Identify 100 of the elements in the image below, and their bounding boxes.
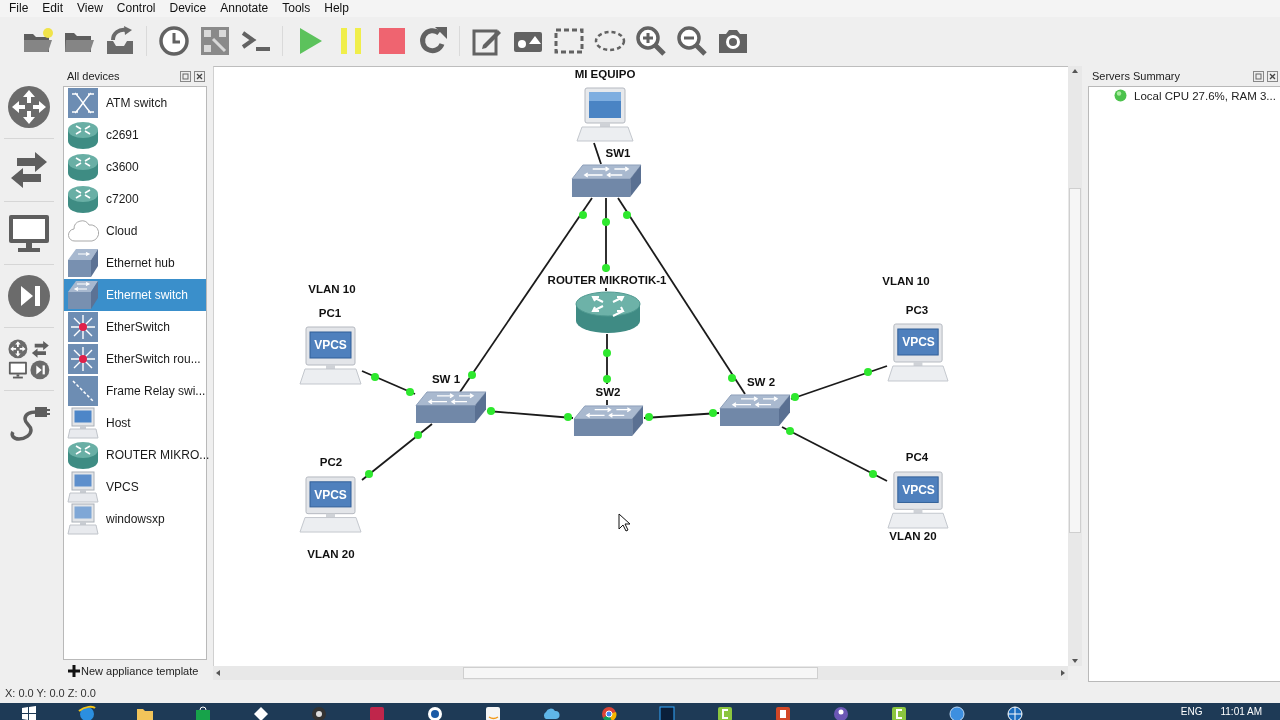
panel-title: All devices <box>67 70 121 82</box>
vlan-note: VLAN 20 <box>307 547 355 561</box>
menu-item[interactable]: Control <box>116 1 156 16</box>
switch-icon <box>67 279 99 311</box>
device-list-item[interactable]: Frame Relay swi... <box>64 375 206 407</box>
rounded-tile-icon[interactable] <box>368 705 386 720</box>
device-list-item[interactable]: Ethernet switch <box>64 279 206 311</box>
switch-icon[interactable] <box>571 164 642 198</box>
link-cable[interactable] <box>486 407 574 421</box>
close-icon[interactable] <box>1267 70 1278 82</box>
router-arrows-icon[interactable] <box>7 85 51 129</box>
play-pause-icon[interactable] <box>7 274 51 318</box>
close-icon[interactable] <box>194 70 205 82</box>
starburst-tile-icon <box>67 311 99 343</box>
smile-tile-icon[interactable] <box>484 705 502 720</box>
device-list-item[interactable]: EtherSwitch <box>64 311 206 343</box>
device-list-item[interactable]: Host <box>64 407 206 439</box>
link-cable[interactable] <box>361 423 433 481</box>
zoom-out-icon[interactable] <box>675 24 708 57</box>
node-label: ROUTER MIKROTIK-1 <box>547 273 667 287</box>
link-cable[interactable] <box>593 142 602 165</box>
router-icon <box>67 151 99 183</box>
vlan-note: VLAN 10 <box>882 274 930 288</box>
router-icon <box>67 183 99 215</box>
device-list-item[interactable]: ATM switch <box>64 87 206 119</box>
node-label: PC2 <box>319 455 343 469</box>
status-text: X: 0.0 Y: 0.0 Z: 0.0 <box>5 686 96 699</box>
link-cable[interactable] <box>781 426 888 482</box>
node-label: PC1 <box>318 306 342 320</box>
computer-icon[interactable] <box>887 323 949 382</box>
dashed-diagonal-tile-icon <box>67 375 99 407</box>
router-icon <box>67 119 99 151</box>
new-template-button[interactable]: New appliance template <box>63 664 199 678</box>
starburst-tile-icon <box>67 343 99 375</box>
framed-tile-icon[interactable] <box>658 705 676 720</box>
scrollbar-thumb[interactable] <box>463 667 818 679</box>
device-list-item[interactable]: windowsxp <box>64 503 206 535</box>
diamond-icon[interactable] <box>252 705 270 720</box>
vertical-scrollbar[interactable] <box>1068 66 1082 666</box>
device-list-item[interactable]: Cloud <box>64 215 206 247</box>
computer-icon[interactable] <box>299 326 362 385</box>
server-status-text: Local CPU 27.6%, RAM 3... <box>1134 89 1276 102</box>
screen-text: VPCS <box>901 334 936 351</box>
node-label: SW1 <box>605 146 631 160</box>
link-cable[interactable] <box>790 365 888 401</box>
device-list-item[interactable]: EtherSwitch rou... <box>64 343 206 375</box>
menu-item[interactable]: Device <box>169 1 207 16</box>
globe-icon[interactable] <box>1006 705 1024 720</box>
zoom-in-icon[interactable] <box>634 24 667 57</box>
switch-icon[interactable] <box>415 391 487 424</box>
computer-icon <box>67 503 99 535</box>
node-label: MI EQUIPO <box>574 67 636 81</box>
node-label: SW 1 <box>431 372 461 386</box>
bracket-tile-icon[interactable] <box>716 705 734 720</box>
computer-icon[interactable] <box>299 476 362 533</box>
slide-tile-icon[interactable] <box>774 705 792 720</box>
link-cable[interactable] <box>643 409 720 421</box>
computer-icon[interactable] <box>887 471 949 529</box>
device-list-item[interactable]: c3600 <box>64 151 206 183</box>
switch-icon[interactable] <box>719 394 791 427</box>
screen-text: VPCS <box>313 487 348 504</box>
switch-icon[interactable] <box>573 405 644 437</box>
topology-canvas[interactable]: MI EQUIPO SW1 ROUTER MIKROTIK-1 SW2 SW 1 SW 2 PC1 VPCS PC2 VPCS PC3 VPCS PC4 VPCS VLAN 10 VLAN 20 VLAN 10 VLAN 20 <box>213 66 1068 666</box>
menu-item[interactable]: Edit <box>42 1 64 16</box>
node-label: SW 2 <box>746 375 776 389</box>
computer-icon <box>67 471 99 503</box>
scrollbar-thumb[interactable] <box>1069 188 1081 533</box>
router-icon[interactable] <box>575 291 641 334</box>
screen-text: VPCS <box>901 482 936 499</box>
screen-text: VPCS <box>313 337 348 354</box>
device-list-item[interactable]: c7200 <box>64 183 206 215</box>
node-label: SW2 <box>595 385 621 399</box>
device-grid-icon[interactable] <box>7 337 51 381</box>
link-cable[interactable] <box>361 370 416 396</box>
plus-icon <box>67 664 81 678</box>
clock-icon[interactable] <box>157 24 190 57</box>
vlan-note: VLAN 20 <box>889 529 937 543</box>
language-indicator[interactable]: ENG <box>1180 706 1203 718</box>
label-grid-icon[interactable] <box>198 24 231 57</box>
device-list-item[interactable]: VPCS <box>64 471 206 503</box>
vlan-note: VLAN 10 <box>308 282 356 296</box>
menu-item[interactable]: View <box>77 1 103 16</box>
computer-icon[interactable] <box>576 87 634 142</box>
shopping-bag-icon[interactable] <box>194 705 212 720</box>
menu-item[interactable]: File <box>9 1 29 16</box>
device-list-item[interactable]: Ethernet hub <box>64 247 206 279</box>
mouse-cursor-icon <box>618 513 630 532</box>
bracket-tile-icon[interactable] <box>890 705 908 720</box>
node-label: PC4 <box>905 450 929 464</box>
four-pane-icon[interactable] <box>20 705 38 720</box>
clock[interactable]: 11:01 AM <box>1220 706 1262 718</box>
router-icon <box>67 439 99 471</box>
menu-item[interactable]: Annotate <box>220 1 269 16</box>
hub-icon <box>67 247 99 279</box>
horizontal-scrollbar[interactable] <box>213 666 1068 680</box>
menu-item[interactable]: Help <box>324 1 349 16</box>
computer-icon <box>67 407 99 439</box>
ring-icon[interactable] <box>426 705 444 720</box>
device-list-item[interactable]: c2691 <box>64 119 206 151</box>
menu-item[interactable]: Tools <box>282 1 311 16</box>
